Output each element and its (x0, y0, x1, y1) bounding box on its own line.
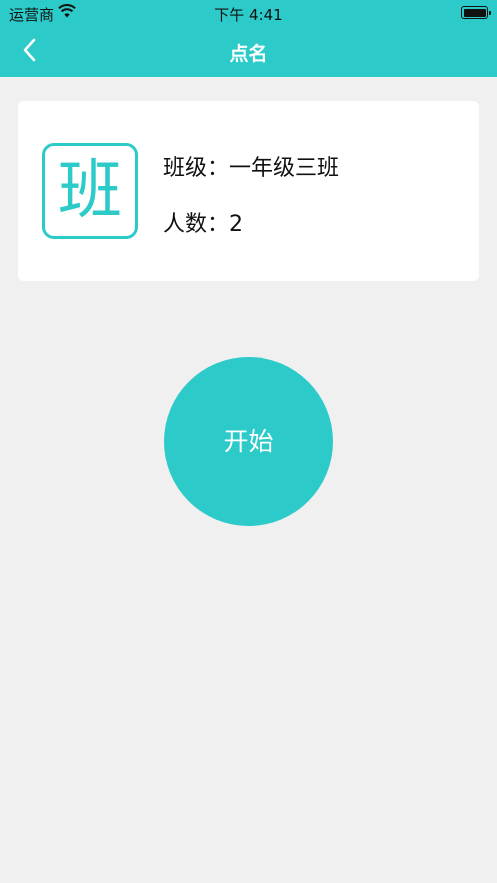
status-time: 下午 4:41 (214, 6, 283, 24)
student-count-row: 人数：2 (163, 206, 243, 238)
status-bar: 运营商 下午 4:41 (0, 0, 497, 26)
page-title: 点名 (229, 43, 268, 65)
start-button[interactable]: 开始 (164, 357, 333, 526)
count-label: 人数： (163, 212, 230, 237)
class-label: 班级： (163, 156, 230, 181)
battery-icon (461, 6, 491, 19)
top-bar: 运营商 下午 4:41 点名 (0, 0, 497, 77)
class-info-card: 班 班级：一年级三班 人数：2 (18, 101, 479, 281)
count-value: 2 (229, 212, 244, 237)
class-value: 一年级三班 (229, 156, 340, 181)
class-name-row: 班级：一年级三班 (163, 150, 339, 182)
class-icon: 班 (42, 143, 138, 239)
